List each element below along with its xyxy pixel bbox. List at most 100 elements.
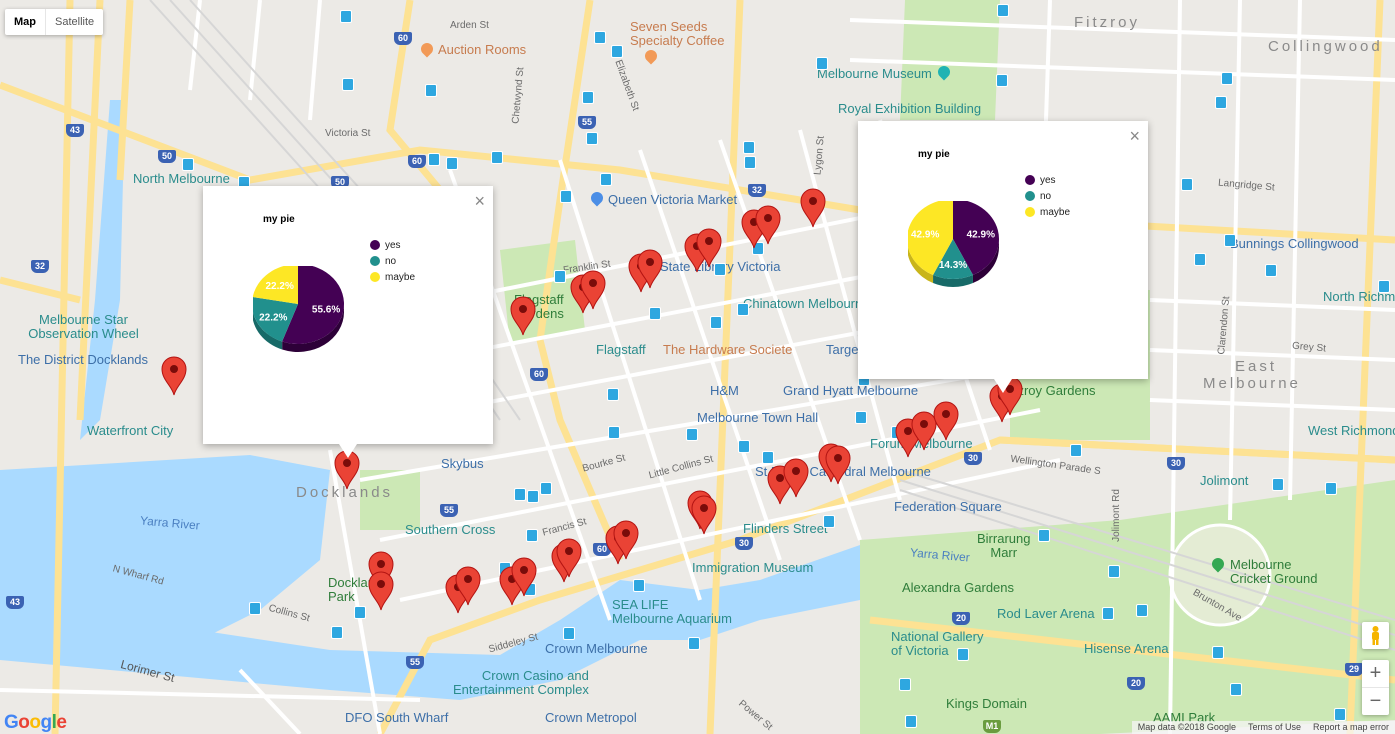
street-label: Arden St: [450, 20, 489, 31]
poi-label[interactable]: SEA LIFE Melbourne Aquarium: [612, 598, 732, 626]
map-marker[interactable]: [613, 520, 639, 560]
pie-data-label: 22.2%: [266, 281, 294, 292]
poi-label[interactable]: Seven Seeds Specialty Coffee: [630, 20, 724, 48]
zoom-in-button[interactable]: +: [1362, 660, 1389, 687]
poi-label[interactable]: Royal Exhibition Building: [838, 101, 981, 116]
map-type-map-button[interactable]: Map: [5, 9, 45, 35]
poi-label[interactable]: Chinatown Melbourne: [743, 296, 869, 311]
map-marker[interactable]: [800, 188, 826, 228]
legend-label: yes: [385, 239, 401, 251]
pie-data-label: 14.3%: [939, 260, 967, 271]
close-button[interactable]: ×: [1129, 127, 1140, 145]
route-shield: 50: [158, 150, 176, 163]
map-marker[interactable]: [368, 571, 394, 611]
tram-stop-icon: [1230, 683, 1242, 696]
legend-swatch: [370, 272, 380, 282]
map-marker[interactable]: [783, 458, 809, 498]
map-canvas[interactable]: Fitzroy Collingwood Docklands East Melbo…: [0, 0, 1395, 734]
poi-label[interactable]: Flinders Street: [743, 521, 828, 536]
poi-label[interactable]: Flagstaff: [596, 342, 646, 357]
poi-label[interactable]: Birrarung Marr: [977, 532, 1030, 560]
google-logo[interactable]: Google: [4, 712, 67, 734]
poi-label[interactable]: National Gallery of Victoria: [891, 630, 984, 658]
map-marker[interactable]: [825, 445, 851, 485]
chart-title: my pie: [918, 149, 950, 160]
legend-item-maybe[interactable]: maybe: [1025, 204, 1070, 220]
poi-label[interactable]: Immigration Museum: [692, 560, 813, 575]
map-marker[interactable]: [933, 401, 959, 441]
poi-label[interactable]: Hisense Arena: [1084, 641, 1169, 656]
poi-label[interactable]: Queen Victoria Market: [608, 192, 737, 207]
poi-label[interactable]: Grand Hyatt Melbourne: [783, 383, 918, 398]
poi-label[interactable]: Waterfront City: [87, 423, 173, 438]
map-marker[interactable]: [556, 538, 582, 578]
legend-item-maybe[interactable]: maybe: [370, 269, 415, 285]
tram-stop-icon: [1215, 96, 1227, 109]
tram-stop-icon: [1224, 234, 1236, 247]
map-marker[interactable]: [511, 557, 537, 597]
poi-label[interactable]: Federation Square: [894, 499, 1002, 514]
tram-stop-icon: [560, 190, 572, 203]
poi-label[interactable]: Alexandra Gardens: [902, 580, 1014, 595]
legend-item-no[interactable]: no: [370, 253, 415, 269]
close-button[interactable]: ×: [474, 192, 485, 210]
map-marker[interactable]: [696, 228, 722, 268]
poi-label[interactable]: Auction Rooms: [438, 42, 526, 57]
tram-stop-icon: [738, 440, 750, 453]
zoom-out-button[interactable]: −: [1362, 687, 1389, 715]
poi-label[interactable]: Southern Cross: [405, 522, 495, 537]
info-window: × my pie 42.9% 14.3% 42.9% yes no maybe: [858, 121, 1148, 393]
map-marker[interactable]: [510, 296, 536, 336]
tram-stop-icon: [600, 173, 612, 186]
tram-stop-icon: [563, 627, 575, 640]
map-attribution: Map data ©2018 Google: [1137, 722, 1236, 732]
map-marker[interactable]: [580, 270, 606, 310]
poi-label[interactable]: North Melbourne: [133, 171, 230, 186]
poi-label[interactable]: The District Docklands: [18, 352, 148, 367]
poi-label[interactable]: Crown Metropol: [545, 710, 637, 725]
poi-label[interactable]: DFO South Wharf: [345, 710, 448, 725]
map-type-satellite-button[interactable]: Satellite: [45, 9, 103, 35]
poi-label[interactable]: Rod Laver Arena: [997, 606, 1095, 621]
legend-label: maybe: [1040, 206, 1071, 218]
poi-label[interactable]: Bunnings Collingwood: [1230, 236, 1359, 251]
poi-label[interactable]: Melbourne Museum: [817, 66, 932, 81]
poi-label[interactable]: Kings Domain: [946, 696, 1027, 711]
street-view-pegman[interactable]: [1362, 622, 1389, 649]
tram-stop-icon: [182, 158, 194, 171]
map-marker[interactable]: [637, 249, 663, 289]
tram-stop-icon: [744, 156, 756, 169]
pie-chart: 55.6% 22.2% 22.2%: [253, 266, 344, 352]
terms-link[interactable]: Terms of Use: [1242, 721, 1307, 734]
map-marker[interactable]: [755, 205, 781, 245]
pie-data-label: 42.9%: [967, 229, 995, 240]
poi-label[interactable]: West Richmond: [1308, 423, 1395, 438]
map-marker[interactable]: [455, 566, 481, 606]
pie-data-label: 22.2%: [259, 312, 287, 323]
tram-stop-icon: [1325, 482, 1337, 495]
map-marker[interactable]: [161, 356, 187, 396]
marker-pin-icon: [510, 296, 536, 336]
poi-label[interactable]: Crown Casino and Entertainment Complex: [453, 669, 589, 697]
poi-label[interactable]: Melbourne Town Hall: [697, 410, 818, 425]
pie-data-label: 55.6%: [312, 304, 340, 315]
poi-label[interactable]: Target: [826, 342, 862, 357]
logo-letter: e: [56, 712, 67, 733]
poi-label[interactable]: Crown Melbourne: [545, 641, 648, 656]
poi-label[interactable]: Skybus: [441, 456, 484, 471]
report-error-link[interactable]: Report a map error: [1307, 721, 1395, 734]
tram-stop-icon: [594, 31, 606, 44]
tram-stop-icon: [354, 606, 366, 619]
tram-stop-icon: [554, 270, 566, 283]
poi-label[interactable]: Melbourne Star Observation Wheel: [26, 313, 141, 341]
map-marker[interactable]: [691, 495, 717, 535]
legend-item-yes[interactable]: yes: [370, 237, 415, 253]
poi-label[interactable]: H&M: [710, 383, 739, 398]
legend-item-no[interactable]: no: [1025, 188, 1070, 204]
legend-item-yes[interactable]: yes: [1025, 172, 1070, 188]
tram-stop-icon: [1070, 444, 1082, 457]
street-label: Victoria St: [325, 128, 371, 139]
poi-label[interactable]: The Hardware Societe: [663, 342, 792, 357]
poi-label[interactable]: Jolimont: [1200, 473, 1248, 488]
poi-label[interactable]: Melbourne Cricket Ground: [1230, 558, 1317, 586]
